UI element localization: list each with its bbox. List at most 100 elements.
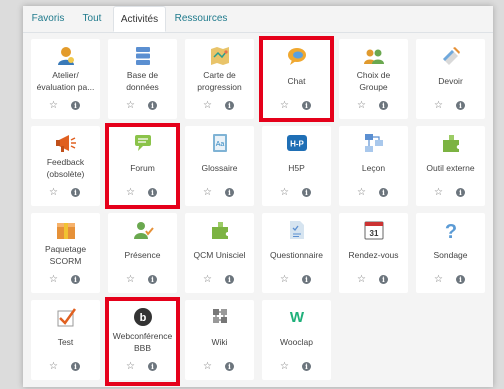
info-icon[interactable]: i (302, 188, 311, 197)
info-icon[interactable]: i (225, 188, 234, 197)
info-icon[interactable]: i (71, 101, 80, 110)
map-icon (211, 47, 229, 65)
attendance-icon (134, 222, 154, 239)
svg-text:H-P: H-P (290, 140, 304, 149)
star-icon[interactable]: ☆ (280, 188, 289, 198)
info-icon[interactable]: i (379, 101, 388, 110)
glossary-icon: Aa (213, 134, 227, 152)
activity-tile-scorm[interactable]: Paquetage SCORM ☆ i (31, 213, 100, 293)
activity-label: Glossaire (201, 162, 238, 173)
info-icon[interactable]: i (302, 275, 311, 284)
activity-tile-atelier[interactable]: Atelier/ évaluation pa... ☆ i (31, 39, 100, 119)
star-icon[interactable]: ☆ (126, 188, 135, 198)
info-icon[interactable]: i (71, 275, 80, 284)
tab-activites[interactable]: Activités (113, 6, 166, 32)
info-icon[interactable]: i (148, 362, 157, 371)
checkbox-icon (57, 308, 77, 327)
activity-tile-forum[interactable]: Forum ☆ i (108, 126, 177, 206)
star-icon[interactable]: ☆ (203, 101, 212, 111)
activity-label: Carte de progression (197, 69, 242, 93)
workshop-icon (58, 47, 74, 65)
star-icon[interactable]: ☆ (126, 362, 135, 372)
tab-favoris[interactable]: Favoris (29, 6, 67, 32)
activity-tile-h5p[interactable]: H-P H5P ☆ i (262, 126, 331, 206)
star-icon[interactable]: ☆ (434, 101, 443, 111)
star-icon[interactable]: ☆ (357, 188, 366, 198)
activity-tile-qcm-unisciel[interactable]: QCM Unisciel ☆ i (185, 213, 254, 293)
bbb-icon: b (134, 308, 152, 326)
activity-label: QCM Unisciel (193, 249, 246, 260)
activity-tile-lecon[interactable]: Leçon ☆ i (339, 126, 408, 206)
activity-label: Présence (124, 249, 161, 260)
activity-tile-webconference-bbb[interactable]: b Webconférence BBB ☆ i (108, 300, 177, 380)
info-icon[interactable]: i (302, 101, 311, 110)
chat-icon (288, 48, 306, 65)
info-icon[interactable]: i (456, 188, 465, 197)
activity-tile-presence[interactable]: Présence ☆ i (108, 213, 177, 293)
star-icon[interactable]: ☆ (126, 275, 135, 285)
wooclap-icon: W (290, 309, 305, 326)
star-icon[interactable]: ☆ (203, 362, 212, 372)
h5p-icon: H-P (287, 135, 307, 151)
puzzle-icon (212, 222, 228, 239)
activity-tile-choix-de-groupe[interactable]: Choix de Groupe ☆ i (339, 39, 408, 119)
group-choice-icon (364, 49, 384, 64)
activity-tile-questionnaire[interactable]: Questionnaire ☆ i (262, 213, 331, 293)
activity-label: Paquetage SCORM (44, 243, 87, 267)
star-icon[interactable]: ☆ (49, 275, 58, 285)
info-icon[interactable]: i (71, 362, 80, 371)
activity-tile-glossaire[interactable]: Aa Glossaire ☆ i (185, 126, 254, 206)
activity-tile-devoir[interactable]: Devoir ☆ i (416, 39, 485, 119)
activity-tile-sondage[interactable]: ? Sondage ☆ i (416, 213, 485, 293)
star-icon[interactable]: ☆ (357, 275, 366, 285)
activity-tile-test[interactable]: Test ☆ i (31, 300, 100, 380)
info-icon[interactable]: i (302, 362, 311, 371)
star-icon[interactable]: ☆ (49, 188, 58, 198)
star-icon[interactable]: ☆ (203, 275, 212, 285)
star-icon[interactable]: ☆ (434, 188, 443, 198)
info-icon[interactable]: i (379, 188, 388, 197)
activity-tile-feedback[interactable]: Feedback (obsolète) ☆ i (31, 126, 100, 206)
info-icon[interactable]: i (148, 101, 157, 110)
activity-tile-carte-de-progression[interactable]: Carte de progression ☆ i (185, 39, 254, 119)
star-icon[interactable]: ☆ (280, 275, 289, 285)
info-icon[interactable]: i (148, 188, 157, 197)
svg-text:Aa: Aa (216, 141, 225, 148)
tab-bar: Favoris Tout Activités Ressources (23, 6, 493, 33)
svg-text:W: W (290, 309, 305, 326)
info-icon[interactable]: i (379, 275, 388, 284)
star-icon[interactable]: ☆ (434, 275, 443, 285)
star-icon[interactable]: ☆ (49, 101, 58, 111)
star-icon[interactable]: ☆ (49, 362, 58, 372)
activity-label: Feedback (obsolète) (46, 156, 85, 180)
activity-label: Outil externe (426, 162, 475, 173)
megaphone-icon (56, 135, 76, 152)
activity-label: Webconférence BBB (112, 330, 173, 354)
info-icon[interactable]: i (225, 275, 234, 284)
info-icon[interactable]: i (456, 275, 465, 284)
activity-tile-base-de-donnees[interactable]: Base de données ☆ i (108, 39, 177, 119)
activity-tile-outil-externe[interactable]: Outil externe ☆ i (416, 126, 485, 206)
star-icon[interactable]: ☆ (357, 101, 366, 111)
activity-tile-wooclap[interactable]: W Wooclap ☆ i (262, 300, 331, 380)
svg-text:b: b (140, 312, 147, 324)
activity-tile-wiki[interactable]: Wiki ☆ i (185, 300, 254, 380)
info-icon[interactable]: i (225, 101, 234, 110)
star-icon[interactable]: ☆ (280, 101, 289, 111)
info-icon[interactable]: i (225, 362, 234, 371)
activity-tile-rendez-vous[interactable]: 31 Rendez-vous ☆ i (339, 213, 408, 293)
activity-label: Devoir (438, 75, 463, 86)
activity-label: Chat (287, 75, 306, 86)
info-icon[interactable]: i (456, 101, 465, 110)
activity-chooser-panel: Favoris Tout Activités Ressources Atelie… (23, 6, 493, 387)
tab-ressources[interactable]: Ressources (172, 6, 230, 32)
activity-label: Atelier/ évaluation pa... (36, 69, 95, 93)
info-icon[interactable]: i (71, 188, 80, 197)
tab-tout[interactable]: Tout (78, 6, 106, 32)
star-icon[interactable]: ☆ (203, 188, 212, 198)
activity-tile-chat[interactable]: Chat ☆ i (262, 39, 331, 119)
star-icon[interactable]: ☆ (280, 362, 289, 372)
info-icon[interactable]: i (148, 275, 157, 284)
package-icon (57, 223, 75, 239)
star-icon[interactable]: ☆ (126, 101, 135, 111)
